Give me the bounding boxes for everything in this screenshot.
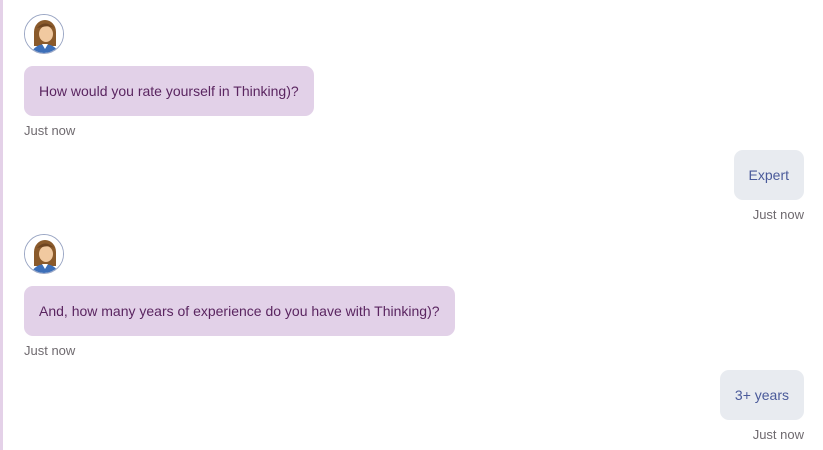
agent-avatar-icon — [24, 14, 64, 54]
user-message-text: Expert — [748, 167, 789, 183]
bot-message-bubble: And, how many years of experience do you… — [24, 286, 455, 336]
agent-avatar-icon — [24, 234, 64, 274]
bot-message-text: How would you rate yourself in Thinking)… — [39, 83, 299, 99]
user-message-timestamp: Just now — [752, 207, 804, 222]
user-message-bubble: Expert — [733, 150, 804, 200]
chat-panel: How would you rate yourself in Thinking)… — [0, 0, 823, 450]
bot-message-bubble: How would you rate yourself in Thinking)… — [24, 66, 314, 116]
user-message-text: 3+ years — [734, 387, 789, 403]
bot-message-timestamp: Just now — [24, 123, 76, 138]
bot-message-text: And, how many years of experience do you… — [39, 303, 440, 319]
bot-message-timestamp: Just now — [24, 343, 76, 358]
user-message-timestamp: Just now — [752, 427, 804, 442]
user-message-bubble: 3+ years — [719, 370, 804, 420]
